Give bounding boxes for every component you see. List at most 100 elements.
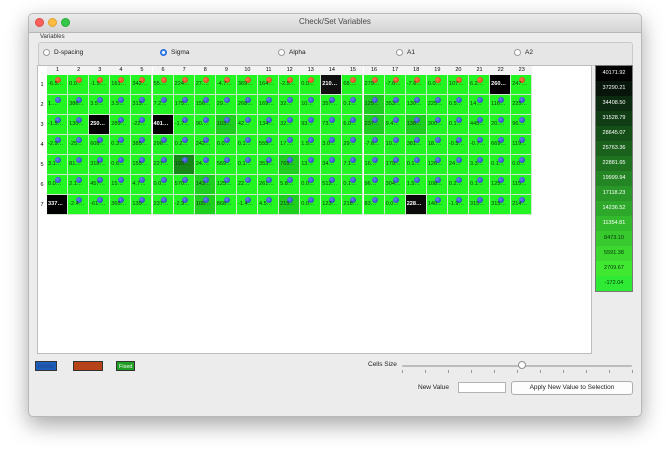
grid-cell[interactable]: -0.5… — [447, 135, 469, 155]
grid-cell[interactable]: 123… — [321, 195, 343, 215]
column-header[interactable]: 7 — [173, 66, 195, 75]
grid-cell[interactable]: -7.6… — [405, 75, 427, 95]
grid-cell[interactable]: 385… — [131, 135, 153, 155]
row-header[interactable]: 3 — [38, 115, 46, 135]
grid-cell[interactable]: 24… — [447, 155, 469, 175]
grid-cell[interactable]: 0.0… — [300, 175, 322, 195]
grid-cell[interactable]: 457… — [89, 175, 111, 195]
grid-cell[interactable]: 83… — [363, 195, 385, 215]
new-value-input[interactable] — [458, 382, 506, 393]
grid-cell[interactable]: 179… — [384, 155, 406, 175]
grid-cell[interactable]: 381… — [405, 135, 427, 155]
grid-cell[interactable]: -61.… — [89, 195, 111, 215]
grid-cell[interactable]: 161… — [110, 75, 132, 95]
cells-size-slider[interactable] — [402, 365, 632, 367]
column-header[interactable]: 10 — [236, 66, 258, 75]
column-header[interactable]: 1 — [47, 66, 69, 75]
grid-cell[interactable]: 96.… — [511, 115, 533, 135]
grid-cell[interactable]: 0.0… — [511, 155, 533, 175]
grid-cell[interactable]: 24.… — [194, 155, 216, 175]
grid-cell[interactable]: 140… — [426, 195, 448, 215]
grid-cell[interactable]: 6.0… — [342, 115, 364, 135]
grid-cell[interactable]: 125… — [215, 175, 237, 195]
grid-cell[interactable]: 555… — [258, 135, 279, 155]
grid-cell[interactable]: 765… — [279, 155, 301, 175]
grid-cell[interactable]: -2.9… — [173, 195, 195, 215]
grid-cell[interactable]: 225… — [511, 95, 533, 115]
grid-cell[interactable]: 669… — [490, 135, 512, 155]
column-header[interactable]: 5 — [131, 66, 153, 75]
grid-cell[interactable]: 115… — [511, 175, 533, 195]
column-header[interactable]: 19 — [426, 66, 448, 75]
column-header[interactable]: 22 — [490, 66, 512, 75]
grid-cell[interactable]: 260… — [490, 75, 512, 95]
column-header[interactable]: 6 — [152, 66, 174, 75]
grid-cell[interactable]: 32… — [279, 115, 301, 135]
grid-cell[interactable]: 224… — [173, 75, 195, 95]
grid-cell[interactable]: 0.0… — [300, 195, 322, 215]
grid-cell[interactable]: 3.5… — [89, 95, 111, 115]
grid-cell[interactable]: 29… — [342, 135, 364, 155]
grid-cell[interactable]: -6.5… — [47, 75, 68, 95]
grid-cell[interactable]: -22… — [131, 115, 153, 135]
column-header[interactable]: 14 — [321, 66, 343, 75]
grid-cell[interactable]: 357… — [321, 95, 343, 115]
grid-cell[interactable]: 130… — [68, 115, 90, 135]
grid-cell[interactable]: 107… — [447, 75, 469, 95]
column-header[interactable]: 15 — [342, 66, 364, 75]
grid-cell[interactable]: 0.0… — [152, 175, 174, 195]
grid-cell[interactable]: 4.7… — [131, 175, 153, 195]
column-header[interactable]: 2 — [68, 66, 90, 75]
grid-cell[interactable]: 29… — [215, 95, 237, 115]
grid-cell[interactable]: 0.2… — [447, 175, 469, 195]
grid-cell[interactable]: 225… — [426, 95, 448, 115]
grid-cell[interactable]: 0.1… — [469, 175, 490, 195]
grid-cell[interactable]: 0.0… — [384, 195, 406, 215]
column-header[interactable]: 17 — [384, 66, 406, 75]
grid-cell[interactable]: 386… — [68, 95, 90, 115]
grid-cell[interactable]: 337… — [47, 195, 68, 215]
grid-cell[interactable]: 0.1… — [342, 175, 364, 195]
grid-cell[interactable]: 130… — [405, 95, 427, 115]
grid-cell[interactable]: 214… — [511, 195, 533, 215]
grid-cell[interactable]: 342… — [131, 75, 153, 95]
grid-cell[interactable]: 0.1… — [342, 95, 364, 115]
column-header[interactable]: 3 — [89, 66, 111, 75]
grid-cell[interactable]: 0.0… — [300, 75, 322, 95]
grid-cell[interactable]: 18.… — [426, 135, 448, 155]
grid-cell[interactable]: 237… — [363, 115, 385, 135]
grid-cell[interactable]: 116… — [490, 95, 512, 115]
grid-cell[interactable]: 105… — [194, 195, 216, 215]
row-header[interactable]: 4 — [38, 135, 46, 155]
grid-cell[interactable]: -25… — [68, 135, 90, 155]
grid-cell[interactable]: 569… — [215, 155, 237, 175]
grid-cell[interactable]: -1.4… — [236, 195, 258, 215]
grid-cell[interactable]: 169… — [258, 95, 279, 115]
grid-cell[interactable]: 13… — [300, 155, 322, 175]
grid-cell[interactable]: 1.… — [47, 95, 68, 115]
grid-cell[interactable]: 164… — [258, 75, 279, 95]
grid-cell[interactable]: 353… — [258, 155, 279, 175]
grid-cell[interactable]: 14… — [469, 95, 490, 115]
grid-cell[interactable]: 22… — [236, 175, 258, 195]
grid-cell[interactable]: 32… — [279, 95, 301, 115]
grid-cell[interactable]: 0.1… — [236, 135, 258, 155]
grid-cell[interactable]: 242… — [194, 135, 216, 155]
grid-cell[interactable]: 42… — [236, 115, 258, 135]
cells-size-slider-knob[interactable] — [517, 361, 526, 369]
grid-cell[interactable]: 3.3… — [469, 155, 490, 175]
grid-cell[interactable]: 570… — [173, 175, 195, 195]
grid-cell[interactable]: 237… — [152, 195, 174, 215]
grid-cell[interactable]: 0.0… — [426, 75, 448, 95]
grid-cell[interactable]: 90.… — [194, 115, 216, 135]
grid-cell[interactable]: 300… — [426, 115, 448, 135]
grid-cell[interactable]: 0.1… — [490, 155, 512, 175]
grid-cell[interactable]: 96… — [363, 175, 385, 195]
column-header[interactable]: 9 — [215, 66, 237, 75]
grid-cell[interactable]: 193… — [173, 155, 195, 175]
grid-cell[interactable]: -7.6… — [384, 75, 406, 95]
grid-cell[interactable]: 3.0… — [321, 135, 343, 155]
grid-cell[interactable]: 7.1… — [342, 155, 364, 175]
grid-cell[interactable]: 175… — [173, 95, 195, 115]
column-header[interactable]: 21 — [469, 66, 491, 75]
